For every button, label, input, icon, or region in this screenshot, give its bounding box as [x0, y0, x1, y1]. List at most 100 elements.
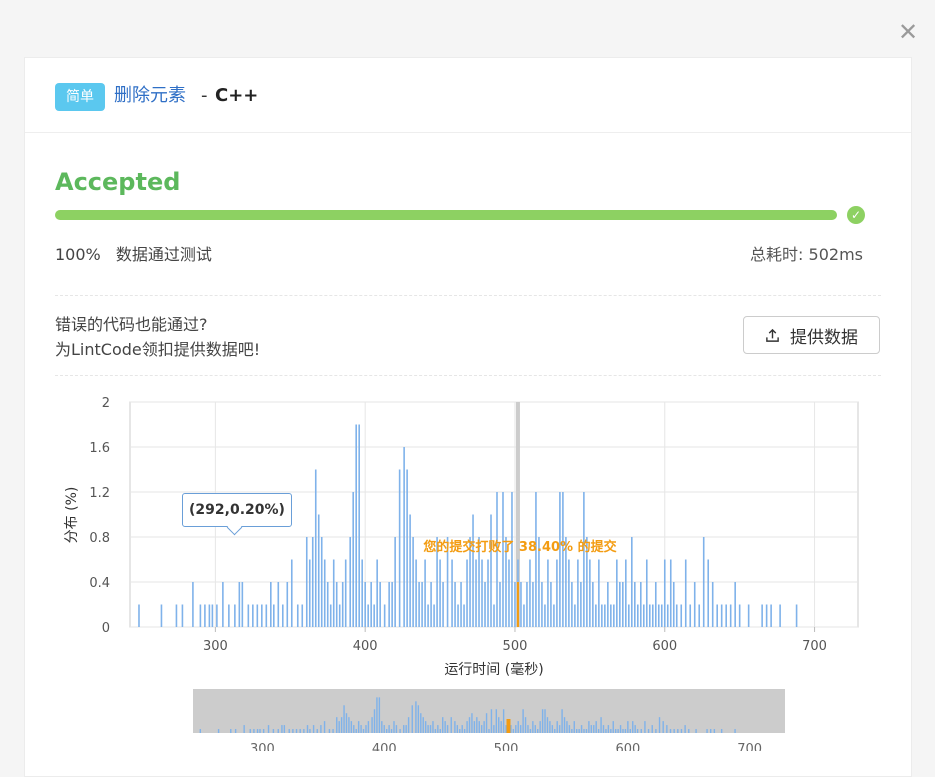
chart-navigator: 300 400 500 600 700 [193, 689, 785, 751]
navigator-bar [259, 729, 261, 733]
navigator-bar [673, 729, 675, 733]
navigator-bar [473, 721, 476, 733]
navigator-tick-label: 600 [615, 742, 640, 751]
navigator-bar [666, 725, 668, 733]
navigator-bar [461, 725, 463, 733]
x-tick-label: 400 [353, 639, 378, 654]
histogram-bar [523, 604, 525, 627]
histogram-bar [711, 582, 714, 627]
navigator-bar [424, 721, 427, 733]
navigator-bar [340, 717, 343, 733]
histogram-bar [355, 424, 357, 627]
navigator-bar [551, 725, 554, 733]
histogram-bar [358, 424, 360, 627]
histogram-bar [637, 604, 639, 627]
histogram-bar [532, 582, 534, 627]
navigator-bar [437, 725, 439, 733]
navigator-bar [309, 729, 311, 733]
navigator-bar [353, 725, 355, 733]
histogram-bar [406, 469, 408, 627]
histogram-bar [514, 582, 516, 627]
navigator-bar [524, 717, 527, 733]
histogram-bar [326, 582, 329, 627]
histogram-bar [607, 582, 609, 627]
x-tick-label: 600 [652, 639, 677, 654]
histogram-bar [680, 604, 683, 627]
histogram-bar [442, 582, 444, 627]
navigator-bar [624, 729, 627, 733]
navigator-bar [662, 721, 664, 733]
histogram-bar [499, 582, 501, 627]
histogram-bar [642, 604, 645, 627]
histogram-bar [580, 582, 582, 627]
navigator-bar [669, 729, 672, 733]
navigator-bar [549, 721, 551, 733]
histogram-bar [216, 604, 218, 627]
navigator-bar [515, 725, 517, 733]
navigator-bar [522, 709, 524, 733]
navigator-bar [490, 709, 493, 733]
navigator-bar [312, 725, 315, 733]
histogram-bar [562, 492, 564, 627]
navigator-bar [471, 713, 473, 733]
histogram-bar [409, 514, 411, 627]
navigator-bar [558, 725, 561, 733]
histogram-bar [138, 604, 140, 627]
histogram-bar [761, 604, 763, 627]
navigator-bar [444, 721, 446, 733]
histogram-bar [577, 559, 579, 627]
navigator-bar [434, 729, 437, 733]
histogram-bar [720, 604, 723, 627]
histogram-bar [181, 604, 184, 627]
navigator-bar [605, 729, 607, 733]
histogram-bar [296, 604, 299, 627]
histogram-bar [475, 559, 477, 627]
navigator-bar [345, 713, 348, 733]
navigator-bar [283, 725, 286, 733]
histogram-bar [256, 604, 259, 627]
navigator-tick-label: 300 [250, 742, 275, 751]
navigator-bar [385, 729, 388, 733]
navigator-bar [629, 729, 632, 733]
histogram-bar [568, 559, 570, 627]
histogram-bar [747, 604, 750, 627]
histogram-bar [335, 582, 338, 627]
navigator-bar [709, 729, 712, 733]
histogram-bar [427, 604, 429, 627]
navigator-bar [493, 725, 495, 733]
navigator-bar [267, 725, 270, 733]
navigator-bar [468, 717, 471, 733]
navigator-bar [595, 721, 597, 733]
histogram-bar [379, 582, 381, 627]
navigator-bar [243, 725, 245, 733]
navigator-bar [502, 709, 505, 733]
navigator-bar [580, 725, 583, 733]
histogram-bar [619, 582, 621, 627]
navigator-bar [614, 729, 617, 733]
navigator-bar [429, 725, 432, 733]
histogram-bar [364, 582, 366, 627]
navigator-bar [588, 721, 590, 733]
histogram-bar [502, 492, 504, 627]
navigator-bar [456, 725, 459, 733]
navigator-bar [680, 729, 683, 733]
navigator-bar [420, 713, 422, 733]
navigator-bar [256, 729, 259, 733]
navigator-bar [403, 725, 405, 733]
histogram-bar [208, 604, 211, 627]
runtime-distribution-chart[interactable]: 0 0.4 0.8 1.2 1.6 2 300 400 500 600 700 分布 (%) 运行时间 … [0, 0, 935, 751]
chart-axes [214, 627, 816, 632]
histogram-bar [725, 604, 727, 627]
histogram-bar [511, 492, 513, 627]
histogram-bar [631, 537, 633, 627]
navigator-bar [519, 725, 522, 733]
histogram-bar [439, 559, 441, 627]
navigator-bar [607, 725, 610, 733]
histogram-bar [535, 492, 537, 627]
histogram-bar [484, 582, 486, 627]
histogram-bar [160, 604, 163, 627]
y-tick-label: 0 [102, 621, 110, 636]
navigator-bar [527, 725, 529, 733]
navigator-bar [405, 725, 407, 733]
histogram-bar [391, 582, 393, 627]
